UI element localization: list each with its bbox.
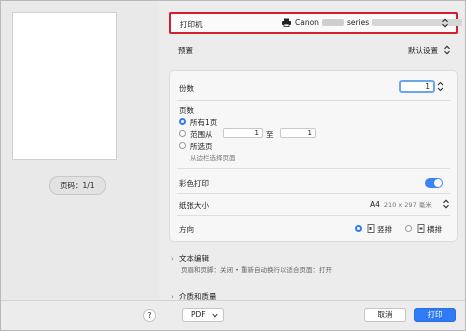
section-description: 页眉和页脚：关闭 • 重新自动换行以适合页面：打开	[181, 266, 332, 274]
all-pages-label: 所有1页	[190, 118, 218, 127]
paper-size-label: 纸张大小	[179, 201, 209, 210]
section-title: 介质和质量	[179, 292, 217, 300]
page-counter-badge: 页码：1/1	[49, 176, 106, 195]
range-label: 范围从	[190, 130, 213, 139]
printer-selector[interactable]: 打印机 Canon series	[169, 12, 463, 34]
section-text-editing[interactable]: › 文本编辑 页眉和页脚：关闭 • 重新自动换行以适合页面：打开	[171, 253, 332, 274]
toggle-knob	[434, 179, 442, 187]
chevron-right-icon: ›	[171, 293, 174, 300]
dialog-footer: ? PDF 取消 打印	[1, 300, 465, 330]
redacted-model	[321, 19, 344, 26]
chevron-up-down-icon	[443, 199, 449, 209]
range-to-label: 至	[266, 130, 274, 139]
copies-input[interactable]: 1	[399, 80, 435, 93]
preset-label: 预置	[178, 46, 193, 55]
pdf-label: PDF	[191, 310, 206, 319]
preview-pane: 页码：1/1	[2, 2, 159, 300]
pages-label: 页数	[179, 106, 194, 115]
printer-brand: Canon	[295, 18, 319, 27]
radio-portrait[interactable]	[355, 225, 362, 232]
copies-stepper[interactable]	[436, 80, 445, 93]
paper-size-selector[interactable]: A4 210 x 297 毫米	[370, 199, 432, 210]
settings-pane: 打印机 Canon series 预置 默认设置 份数 1 页数 所有1页 范围…	[162, 2, 465, 300]
portrait-label: 竖排	[377, 225, 392, 234]
preset-value: 默认设置	[408, 46, 438, 55]
print-button[interactable]: 打印	[414, 308, 456, 322]
radio-selected-pages[interactable]	[179, 142, 186, 149]
radio-landscape[interactable]	[405, 225, 412, 232]
print-dialog: 页码：1/1 打印机 Canon series 预置 默认设置 份数 1 页数 …	[0, 0, 466, 331]
preset-selector[interactable]: 预置 默认设置	[169, 40, 458, 60]
color-print-toggle[interactable]	[425, 178, 443, 188]
chevron-right-icon: ›	[171, 255, 174, 263]
printer-label: 打印机	[180, 20, 203, 29]
paper-size-value: A4	[370, 199, 380, 209]
divider	[177, 100, 450, 101]
divider	[177, 168, 450, 169]
selected-pages-label: 所选页	[190, 142, 213, 151]
pdf-menu-button[interactable]: PDF	[182, 308, 224, 322]
chevron-down-icon	[212, 313, 218, 318]
cancel-button[interactable]: 取消	[364, 308, 406, 322]
printer-icon	[282, 18, 291, 27]
divider	[177, 215, 450, 216]
chevron-up-down-icon	[442, 18, 448, 28]
page-preview[interactable]	[12, 12, 117, 160]
landscape-label: 横排	[427, 225, 442, 234]
chevron-up-down-icon	[444, 45, 450, 55]
copies-label: 份数	[179, 84, 194, 93]
portrait-page-icon	[367, 224, 375, 233]
paper-size-dimensions: 210 x 297 毫米	[383, 201, 432, 209]
radio-page-range[interactable]	[179, 130, 186, 137]
selected-pages-hint: 从边栏选择页面	[190, 154, 236, 162]
printer-series: series	[346, 18, 370, 27]
orientation-label: 方向	[179, 225, 194, 234]
range-from-input[interactable]: 1	[223, 128, 263, 138]
printer-value: Canon series	[281, 18, 463, 27]
divider	[177, 193, 450, 194]
section-title: 文本编辑	[179, 254, 209, 263]
range-to-input[interactable]: 1	[280, 128, 316, 138]
landscape-page-icon	[417, 224, 425, 233]
settings-card: 份数 1 页数 所有1页 范围从 1 至 1 所选页 从边栏选择页面 彩色打印	[169, 70, 458, 242]
section-media-quality[interactable]: › 介质和质量	[171, 291, 217, 300]
radio-all-pages[interactable]	[179, 118, 186, 125]
color-print-label: 彩色打印	[179, 179, 209, 188]
help-button[interactable]: ?	[143, 309, 156, 322]
